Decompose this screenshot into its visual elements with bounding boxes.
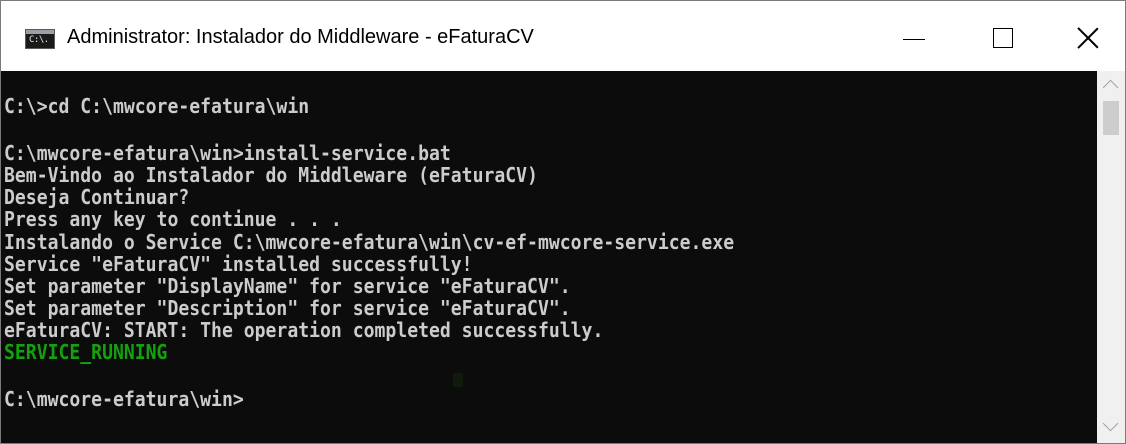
console-cursor-artifact — [453, 373, 463, 387]
console-line: eFaturaCV: START: The operation complete… — [4, 318, 604, 342]
window-title: Administrator: Instalador do Middleware … — [67, 26, 534, 48]
console-line: Bem-Vindo ao Instalador do Middleware (e… — [4, 163, 538, 187]
vertical-scrollbar[interactable] — [1097, 71, 1125, 443]
chevron-up-icon[interactable] — [1097, 71, 1125, 99]
console-icon-bar — [26, 30, 54, 34]
console-line: Press any key to continue . . . — [4, 207, 342, 231]
console-line: C:\>cd C:\mwcore-efatura\win — [4, 94, 310, 118]
close-button[interactable] — [1033, 1, 1125, 71]
console-line: Service "eFaturaCV" installed successful… — [4, 252, 473, 276]
console-line: C:\mwcore-efatura\win>install-service.ba… — [4, 141, 451, 165]
maximize-icon — [993, 28, 1013, 48]
console-window: C:\. Administrator: Instalador do Middle… — [0, 0, 1126, 444]
console-prompt[interactable]: C:\mwcore-efatura\win> — [4, 388, 244, 410]
service-status-line: SERVICE_RUNNING — [4, 340, 168, 364]
console-line: Set parameter "DisplayName" for service … — [4, 274, 571, 298]
minimize-icon — [903, 39, 925, 40]
console-line: Set parameter "Description" for service … — [4, 296, 571, 320]
chevron-down-icon[interactable] — [1097, 415, 1125, 443]
console-line: Instalando o Service C:\mwcore-efatura\w… — [4, 230, 735, 254]
minimize-button[interactable] — [865, 1, 957, 71]
console-output[interactable]: C:\>cd C:\mwcore-efatura\win C:\mwcore-e… — [1, 71, 1097, 443]
close-icon — [1077, 27, 1099, 49]
console-icon[interactable]: C:\. — [25, 29, 55, 49]
scrollbar-thumb[interactable] — [1103, 101, 1119, 135]
console-icon-glyph: C:\. — [29, 35, 49, 45]
console-line: Deseja Continuar? — [4, 185, 190, 209]
title-bar[interactable]: C:\. Administrator: Instalador do Middle… — [1, 1, 1125, 71]
